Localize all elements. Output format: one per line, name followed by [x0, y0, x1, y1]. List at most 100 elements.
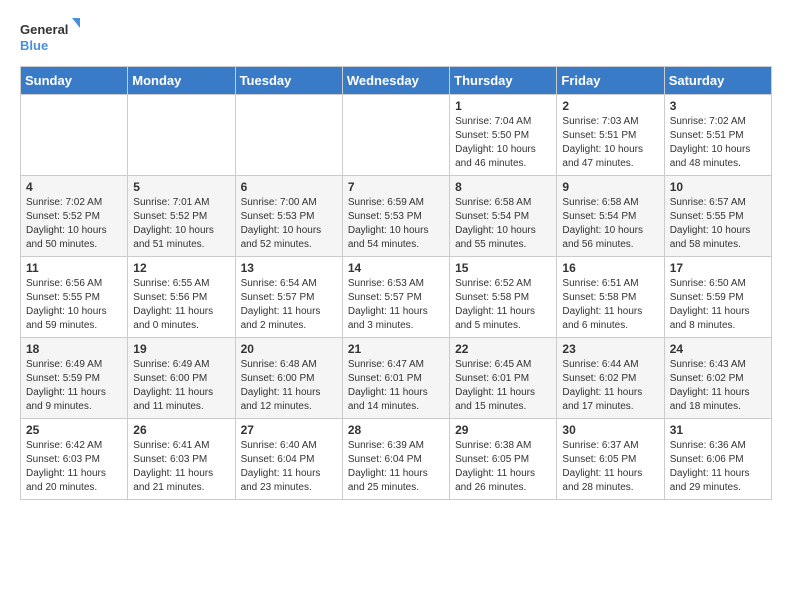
day-number: 18	[26, 342, 122, 356]
calendar-cell: 11Sunrise: 6:56 AM Sunset: 5:55 PM Dayli…	[21, 257, 128, 338]
calendar-cell: 31Sunrise: 6:36 AM Sunset: 6:06 PM Dayli…	[664, 419, 771, 500]
day-info: Sunrise: 6:53 AM Sunset: 5:57 PM Dayligh…	[348, 277, 444, 333]
day-number: 28	[348, 423, 444, 437]
day-info: Sunrise: 6:37 AM Sunset: 6:05 PM Dayligh…	[562, 439, 658, 495]
day-info: Sunrise: 6:48 AM Sunset: 6:00 PM Dayligh…	[241, 358, 337, 414]
day-info: Sunrise: 6:49 AM Sunset: 5:59 PM Dayligh…	[26, 358, 122, 414]
calendar-header: SundayMondayTuesdayWednesdayThursdayFrid…	[21, 67, 772, 95]
day-info: Sunrise: 6:43 AM Sunset: 6:02 PM Dayligh…	[670, 358, 766, 414]
calendar-cell: 19Sunrise: 6:49 AM Sunset: 6:00 PM Dayli…	[128, 338, 235, 419]
day-number: 24	[670, 342, 766, 356]
day-number: 15	[455, 261, 551, 275]
day-number: 16	[562, 261, 658, 275]
calendar-cell	[342, 95, 449, 176]
header-cell-sunday: Sunday	[21, 67, 128, 95]
day-info: Sunrise: 7:02 AM Sunset: 5:52 PM Dayligh…	[26, 196, 122, 252]
day-number: 3	[670, 99, 766, 113]
day-info: Sunrise: 6:56 AM Sunset: 5:55 PM Dayligh…	[26, 277, 122, 333]
calendar-cell: 10Sunrise: 6:57 AM Sunset: 5:55 PM Dayli…	[664, 176, 771, 257]
day-number: 13	[241, 261, 337, 275]
calendar-cell: 30 Sunrise: 6:37 AM Sunset: 6:05 PM Dayli…	[557, 419, 664, 500]
calendar-cell	[235, 95, 342, 176]
day-number: 19	[133, 342, 229, 356]
header-cell-monday: Monday	[128, 67, 235, 95]
header-cell-saturday: Saturday	[664, 67, 771, 95]
calendar-cell: 8Sunrise: 6:58 AM Sunset: 5:54 PM Daylig…	[450, 176, 557, 257]
day-number: 25	[26, 423, 122, 437]
calendar-cell: 17 Sunrise: 6:50 AM Sunset: 5:59 PM Dayli…	[664, 257, 771, 338]
day-number: 9	[562, 180, 658, 194]
day-number: 23	[562, 342, 658, 356]
week-row-0: 1 Sunrise: 7:04 AM Sunset: 5:50 PM Daylig…	[21, 95, 772, 176]
calendar-cell: 9 Sunrise: 6:58 AM Sunset: 5:54 PM Daylig…	[557, 176, 664, 257]
calendar-cell: 25 Sunrise: 6:42 AM Sunset: 6:03 PM Dayli…	[21, 419, 128, 500]
day-number: 17	[670, 261, 766, 275]
page-header: General Blue	[20, 16, 772, 56]
day-info: Sunrise: 7:02 AM Sunset: 5:51 PM Dayligh…	[670, 115, 766, 171]
day-number: 10	[670, 180, 766, 194]
week-row-3: 18 Sunrise: 6:49 AM Sunset: 5:59 PM Dayli…	[21, 338, 772, 419]
calendar-cell	[21, 95, 128, 176]
day-info: Sunrise: 6:59 AM Sunset: 5:53 PM Dayligh…	[348, 196, 444, 252]
svg-text:General: General	[20, 22, 68, 37]
day-info: Sunrise: 6:51 AM Sunset: 5:58 PM Dayligh…	[562, 277, 658, 333]
day-info: Sunrise: 7:04 AM Sunset: 5:50 PM Dayligh…	[455, 115, 551, 171]
logo-svg: General Blue	[20, 16, 80, 56]
calendar-cell: 2 Sunrise: 7:03 AM Sunset: 5:51 PM Daylig…	[557, 95, 664, 176]
day-info: Sunrise: 6:38 AM Sunset: 6:05 PM Dayligh…	[455, 439, 551, 495]
day-number: 20	[241, 342, 337, 356]
header-cell-wednesday: Wednesday	[342, 67, 449, 95]
calendar-cell: 21Sunrise: 6:47 AM Sunset: 6:01 PM Dayli…	[342, 338, 449, 419]
calendar-table: SundayMondayTuesdayWednesdayThursdayFrid…	[20, 66, 772, 500]
day-info: Sunrise: 6:52 AM Sunset: 5:58 PM Dayligh…	[455, 277, 551, 333]
day-info: Sunrise: 6:58 AM Sunset: 5:54 PM Dayligh…	[562, 196, 658, 252]
day-number: 22	[455, 342, 551, 356]
calendar-cell: 18 Sunrise: 6:49 AM Sunset: 5:59 PM Dayli…	[21, 338, 128, 419]
day-info: Sunrise: 7:01 AM Sunset: 5:52 PM Dayligh…	[133, 196, 229, 252]
calendar-body: 1 Sunrise: 7:04 AM Sunset: 5:50 PM Daylig…	[21, 95, 772, 500]
calendar-cell: 26Sunrise: 6:41 AM Sunset: 6:03 PM Dayli…	[128, 419, 235, 500]
calendar-cell: 20 Sunrise: 6:48 AM Sunset: 6:00 PM Dayli…	[235, 338, 342, 419]
day-info: Sunrise: 7:03 AM Sunset: 5:51 PM Dayligh…	[562, 115, 658, 171]
header-row: SundayMondayTuesdayWednesdayThursdayFrid…	[21, 67, 772, 95]
logo: General Blue	[20, 16, 80, 56]
calendar-cell: 14 Sunrise: 6:53 AM Sunset: 5:57 PM Dayli…	[342, 257, 449, 338]
calendar-cell: 24 Sunrise: 6:43 AM Sunset: 6:02 PM Dayli…	[664, 338, 771, 419]
calendar-cell: 1 Sunrise: 7:04 AM Sunset: 5:50 PM Daylig…	[450, 95, 557, 176]
header-cell-tuesday: Tuesday	[235, 67, 342, 95]
day-info: Sunrise: 6:39 AM Sunset: 6:04 PM Dayligh…	[348, 439, 444, 495]
calendar-cell: 5 Sunrise: 7:01 AM Sunset: 5:52 PM Daylig…	[128, 176, 235, 257]
day-number: 5	[133, 180, 229, 194]
day-number: 21	[348, 342, 444, 356]
day-number: 30	[562, 423, 658, 437]
calendar-cell: 3 Sunrise: 7:02 AM Sunset: 5:51 PM Daylig…	[664, 95, 771, 176]
calendar-cell: 15 Sunrise: 6:52 AM Sunset: 5:58 PM Dayli…	[450, 257, 557, 338]
day-number: 1	[455, 99, 551, 113]
calendar-cell: 28 Sunrise: 6:39 AM Sunset: 6:04 PM Dayli…	[342, 419, 449, 500]
calendar-cell: 6 Sunrise: 7:00 AM Sunset: 5:53 PM Daylig…	[235, 176, 342, 257]
day-info: Sunrise: 6:40 AM Sunset: 6:04 PM Dayligh…	[241, 439, 337, 495]
day-number: 27	[241, 423, 337, 437]
day-number: 29	[455, 423, 551, 437]
calendar-cell: 7Sunrise: 6:59 AM Sunset: 5:53 PM Daylig…	[342, 176, 449, 257]
day-info: Sunrise: 6:50 AM Sunset: 5:59 PM Dayligh…	[670, 277, 766, 333]
day-number: 14	[348, 261, 444, 275]
calendar-cell: 29 Sunrise: 6:38 AM Sunset: 6:05 PM Dayli…	[450, 419, 557, 500]
day-info: Sunrise: 6:45 AM Sunset: 6:01 PM Dayligh…	[455, 358, 551, 414]
day-info: Sunrise: 6:44 AM Sunset: 6:02 PM Dayligh…	[562, 358, 658, 414]
week-row-4: 25 Sunrise: 6:42 AM Sunset: 6:03 PM Dayli…	[21, 419, 772, 500]
calendar-cell: 16 Sunrise: 6:51 AM Sunset: 5:58 PM Dayli…	[557, 257, 664, 338]
svg-text:Blue: Blue	[20, 38, 48, 53]
calendar-cell: 4Sunrise: 7:02 AM Sunset: 5:52 PM Daylig…	[21, 176, 128, 257]
week-row-1: 4Sunrise: 7:02 AM Sunset: 5:52 PM Daylig…	[21, 176, 772, 257]
day-info: Sunrise: 6:42 AM Sunset: 6:03 PM Dayligh…	[26, 439, 122, 495]
day-number: 2	[562, 99, 658, 113]
day-info: Sunrise: 6:36 AM Sunset: 6:06 PM Dayligh…	[670, 439, 766, 495]
day-info: Sunrise: 6:55 AM Sunset: 5:56 PM Dayligh…	[133, 277, 229, 333]
calendar-cell: 23 Sunrise: 6:44 AM Sunset: 6:02 PM Dayli…	[557, 338, 664, 419]
day-info: Sunrise: 7:00 AM Sunset: 5:53 PM Dayligh…	[241, 196, 337, 252]
day-number: 6	[241, 180, 337, 194]
day-number: 26	[133, 423, 229, 437]
calendar-cell: 13 Sunrise: 6:54 AM Sunset: 5:57 PM Dayli…	[235, 257, 342, 338]
day-info: Sunrise: 6:54 AM Sunset: 5:57 PM Dayligh…	[241, 277, 337, 333]
